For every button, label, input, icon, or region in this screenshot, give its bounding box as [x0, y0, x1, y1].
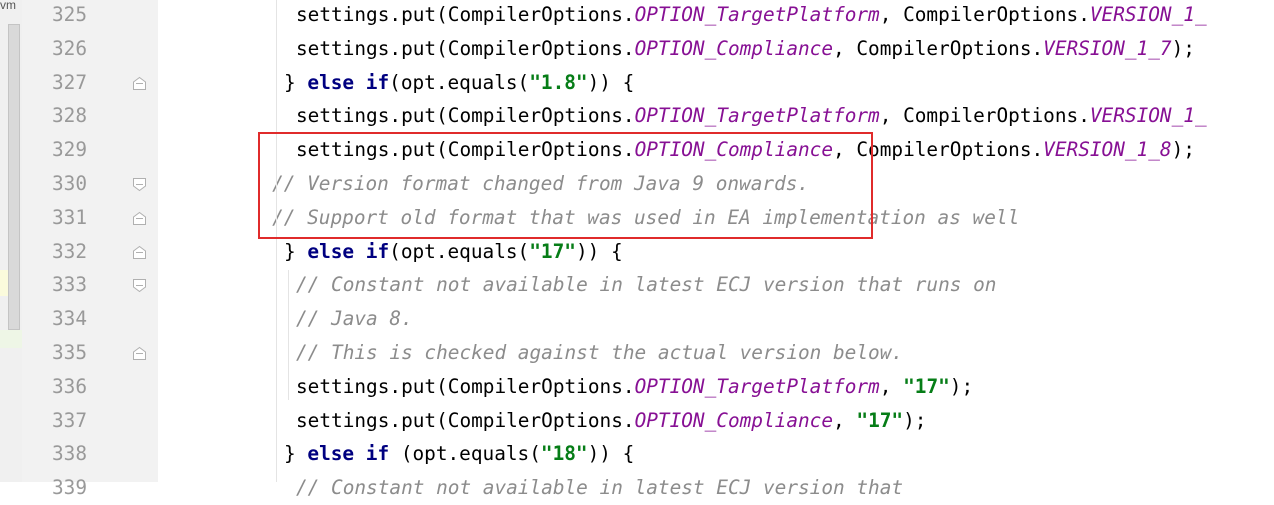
code-line: } else if(opt.equals("1.8")) { [284, 66, 634, 100]
project-tab-label[interactable]: vm [0, 0, 16, 12]
line-number: 339 [52, 476, 88, 500]
code-token: (opt.equals( [389, 70, 530, 94]
code-token: else if [307, 70, 390, 94]
line-number: 325 [52, 3, 88, 26]
code-token: } [284, 70, 308, 94]
line-number: 328 [52, 104, 88, 128]
code-line: // Constant not available in latest ECJ … [296, 471, 903, 505]
fold-close-icon[interactable] [132, 211, 147, 226]
code-token: ); [1171, 36, 1195, 60]
code-token: ); [949, 374, 974, 398]
line-number: 329 [52, 138, 88, 162]
code-token: VERSION_1_8 [1043, 138, 1172, 162]
code-token: (opt.equals( [389, 239, 530, 263]
code-token: VERSION_1_ [1089, 3, 1207, 26]
code-line: settings.put(CompilerOptions.OPTION_Targ… [296, 370, 973, 404]
fold-close-icon[interactable] [132, 76, 147, 91]
line-number: 326 [52, 36, 88, 60]
fold-open-icon[interactable] [132, 278, 147, 293]
code-token: , [879, 374, 904, 398]
code-token: OPTION_Compliance [634, 408, 834, 432]
line-number: 335 [52, 341, 88, 364]
code-token: , CompilerOptions. [879, 3, 1090, 26]
highlight-box [258, 132, 873, 239]
code-line: settings.put(CompilerOptions.OPTION_Comp… [296, 32, 1195, 66]
code-token: , CompilerOptions. [833, 36, 1044, 60]
fold-close-icon[interactable] [132, 346, 147, 361]
code-token: ); [1171, 138, 1195, 162]
code-token: else if [307, 442, 390, 466]
fold-close-icon[interactable] [132, 245, 147, 260]
code-token: settings.put(CompilerOptions. [296, 374, 635, 398]
code-token: (opt.equals( [389, 442, 541, 466]
code-token: "17" [903, 374, 950, 398]
line-number: 333 [52, 273, 88, 297]
code-token: )) { [575, 239, 623, 263]
code-editor[interactable]: settings.put(CompilerOptions.OPTION_Targ… [158, 0, 1274, 499]
left-tool-strip: vm [0, 0, 22, 482]
code-token: settings.put(CompilerOptions. [296, 408, 635, 432]
code-token: "17" [529, 239, 576, 263]
code-token: // Constant not available in latest ECJ … [296, 273, 997, 297]
code-line: // Constant not available in latest ECJ … [296, 268, 996, 302]
line-number: 337 [52, 408, 88, 432]
scrollbar-thumb[interactable] [8, 24, 20, 330]
code-token: settings.put(CompilerOptions. [296, 104, 635, 128]
code-token: VERSION_1_7 [1043, 36, 1172, 60]
code-line: } else if (opt.equals("18")) { [284, 437, 634, 471]
code-token: "17" [856, 408, 904, 432]
line-number: 332 [52, 239, 88, 263]
code-line: // Java 8. [296, 302, 413, 336]
code-token: } [284, 442, 308, 466]
change-marker [0, 330, 22, 348]
code-token: , CompilerOptions. [879, 104, 1090, 128]
code-token: // This is checked against the actual ve… [296, 341, 904, 364]
code-line: } else if(opt.equals("17")) { [284, 235, 623, 269]
code-line: settings.put(CompilerOptions.OPTION_Targ… [296, 0, 1207, 32]
line-number: 338 [52, 442, 88, 466]
line-number: 331 [52, 205, 88, 229]
code-token: OPTION_TargetPlatform [634, 374, 880, 398]
line-number: 327 [52, 70, 88, 94]
line-number: 334 [52, 307, 88, 331]
indent-guide [288, 270, 290, 400]
code-token: OPTION_TargetPlatform [634, 3, 880, 26]
code-token: settings.put(CompilerOptions. [296, 3, 635, 26]
code-token: } [284, 239, 308, 263]
code-token: ); [903, 408, 927, 432]
line-number-gutter: 325 326 327 328 329 330 331 332 333 334 335 336 337 3… [22, 0, 158, 499]
line-number: 330 [52, 172, 88, 195]
code-token: "18" [540, 442, 588, 466]
code-line: settings.put(CompilerOptions.OPTION_Targ… [296, 99, 1207, 133]
code-token: "1.8" [529, 70, 588, 94]
code-line: settings.put(CompilerOptions.OPTION_Comp… [296, 404, 926, 438]
code-token: else if [307, 239, 390, 263]
code-token: // Java 8. [296, 307, 413, 331]
code-token: )) { [587, 442, 635, 466]
change-marker [0, 270, 8, 296]
indent-guide [276, 0, 278, 482]
code-token: )) { [587, 70, 635, 94]
code-token: settings.put(CompilerOptions. [296, 36, 635, 60]
code-token: OPTION_TargetPlatform [634, 104, 880, 128]
code-line: // This is checked against the actual ve… [296, 336, 903, 370]
code-token: , [833, 408, 857, 432]
line-number: 336 [52, 374, 88, 398]
code-token: VERSION_1_ [1089, 104, 1207, 128]
code-token: OPTION_Compliance [634, 36, 834, 60]
fold-open-icon[interactable] [132, 177, 147, 192]
code-token: // Constant not available in latest ECJ … [296, 476, 904, 500]
